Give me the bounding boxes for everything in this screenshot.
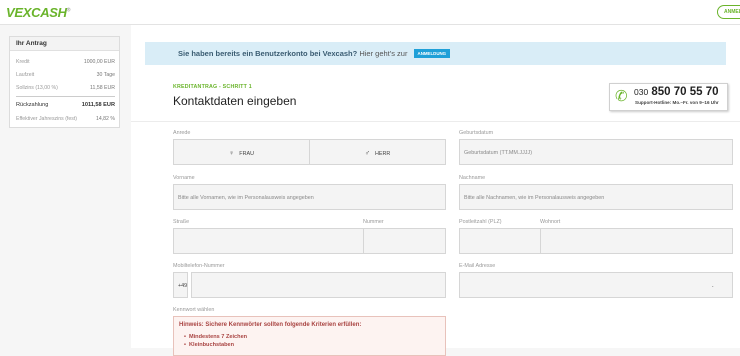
mobile-input[interactable]	[191, 272, 446, 298]
birthdate-label: Geburtsdatum	[459, 130, 494, 136]
step-indicator: KREDITANTRAG - SCHRITT 1	[173, 84, 252, 90]
page-title: Kontaktdaten eingeben	[173, 94, 297, 108]
summary-row: Laufzeit 30 Tage	[16, 72, 115, 78]
zip-label: Postleitzahl (PLZ)	[459, 219, 502, 225]
email-input[interactable]	[459, 272, 733, 298]
summary-row: Sollzins (13,00 %) 11,58 EUR	[16, 85, 115, 91]
hotline-number: 030 850 70 55 70	[634, 86, 719, 98]
city-input[interactable]	[540, 228, 733, 254]
salutation-frau-button[interactable]: ♀ FRAU	[173, 139, 310, 165]
female-icon: ♀	[229, 150, 235, 157]
password-hint-item: Mindestens 7 Zeichen	[184, 334, 247, 340]
male-icon: ♂	[364, 150, 370, 157]
number-label: Nummer	[363, 219, 384, 225]
support-hotline: ✆ 030 850 70 55 70 Support-Hotline: Mo.–…	[609, 83, 728, 111]
firstname-label: Vorname	[173, 175, 195, 181]
phone-icon: ✆	[615, 88, 628, 105]
section-divider	[131, 121, 740, 122]
summary-apr: Effektiver Jahreszins (fest) 14,82 %	[16, 116, 115, 122]
summary-total: Rückzahlung 1011,58 EUR	[16, 102, 115, 108]
lastname-input[interactable]: Bitte alle Nachnamen, wie im Personalaus…	[459, 184, 733, 210]
top-bar: VEXCASH® ANMELDUNG	[0, 0, 740, 25]
banner-text: Sie haben bereits ein Benutzerkonto bei …	[178, 49, 451, 58]
street-label: Straße	[173, 219, 190, 225]
password-label: Kennwort wählen	[173, 307, 215, 313]
country-code-prefix: +49	[173, 272, 188, 298]
existing-account-banner: Sie haben bereits ein Benutzerkonto bei …	[145, 42, 726, 65]
password-hint-box: Hinweis: Sichere Kennwörter sollten folg…	[173, 316, 446, 356]
summary-row: Kredit 1000,00 EUR	[16, 59, 115, 65]
vexcash-logo[interactable]: VEXCASH®	[6, 5, 70, 20]
salutation-herr-button[interactable]: ♂ HERR	[309, 139, 446, 165]
hotline-hours: Support-Hotline: Mo.–Fr. von 9–16 Uhr	[635, 100, 719, 105]
salutation-label: Anrede	[173, 130, 191, 136]
summary-title: Ihr Antrag	[10, 37, 119, 51]
firstname-input[interactable]: Bitte alle Vornamen, wie im Personalausw…	[173, 184, 446, 210]
birthdate-input[interactable]: Geburtsdatum (TT.MM.JJJJ)	[459, 139, 733, 165]
email-label: E-Mail Adresse	[459, 263, 496, 269]
lastname-label: Nachname	[459, 175, 486, 181]
house-number-input[interactable]	[363, 228, 446, 254]
street-input[interactable]	[173, 228, 364, 254]
email-field-dot: .	[712, 283, 714, 289]
summary-divider	[16, 96, 115, 97]
mobile-label: Mobiltelefon-Nummer	[173, 263, 225, 269]
city-label: Wohnort	[540, 219, 561, 225]
login-button[interactable]: ANMELDUNG	[717, 5, 740, 19]
password-hint-title: Hinweis: Sichere Kennwörter sollten folg…	[179, 322, 362, 328]
password-hint-item: Kleinbuchstaben	[184, 342, 234, 348]
application-summary: Ihr Antrag Kredit 1000,00 EUR Laufzeit 30 …	[9, 36, 120, 128]
zip-input[interactable]	[459, 228, 541, 254]
banner-login-button[interactable]: ANMELDUNG	[413, 49, 451, 58]
